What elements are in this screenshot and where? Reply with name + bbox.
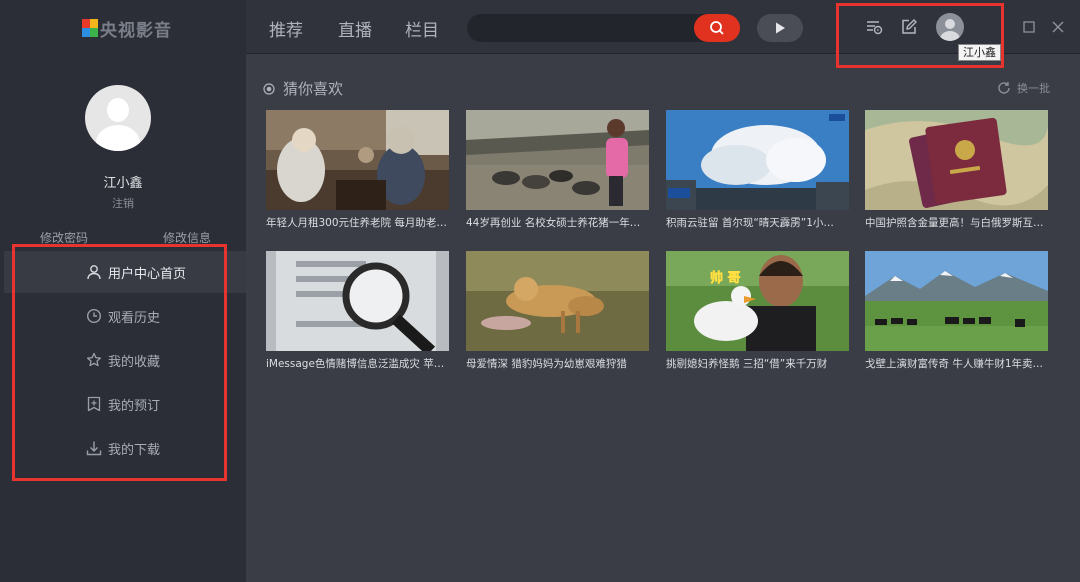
video-title[interactable]: 挑剔媳妇养怪鹅 三招“借”来千万财 xyxy=(666,356,849,371)
video-card[interactable]: 中国护照含金量更高！与白俄罗斯互… xyxy=(865,110,1048,230)
close-button[interactable] xyxy=(1047,16,1069,38)
video-thumbnail[interactable] xyxy=(666,110,849,210)
section-title-text: 猜你喜欢 xyxy=(283,80,344,98)
username: 江小鑫 xyxy=(103,176,143,191)
section-title: 猜你喜欢 xyxy=(263,78,343,99)
video-title[interactable]: 积雨云驻留 首尔现“晴天霹雳”1小… xyxy=(666,215,849,230)
video-thumbnail[interactable] xyxy=(266,110,449,210)
video-card[interactable]: 44岁再创业 名校女硕士养花猪一年巧… xyxy=(466,110,649,230)
cctv-logo-icon xyxy=(82,19,98,37)
logout-link[interactable]: 注销 xyxy=(0,195,246,211)
video-card[interactable]: iMessage色情赌博信息泛滥成灾 苹果… xyxy=(266,251,449,371)
play-button[interactable] xyxy=(757,14,803,42)
refresh-button[interactable]: 换一批 xyxy=(997,80,1050,96)
video-card[interactable]: 年轻人月租300元住养老院 每月助老… xyxy=(266,110,449,230)
refresh-label: 换一批 xyxy=(1017,82,1050,95)
video-card[interactable]: 戈壁上演财富传奇 牛人赚牛财1年卖… xyxy=(865,251,1048,371)
app-window: 央视影音 江小鑫 注销 修改密码 修改信息 用户中心首页 观看历史 我的收藏 我… xyxy=(0,0,1080,582)
video-thumbnail[interactable] xyxy=(865,251,1048,351)
avatar[interactable] xyxy=(85,85,151,151)
highlight-box-sidebar-menu xyxy=(12,244,227,481)
app-logo: 央视影音 xyxy=(82,16,172,41)
video-title[interactable]: 中国护照含金量更高！与白俄罗斯互… xyxy=(865,215,1048,230)
video-thumbnail[interactable] xyxy=(466,110,649,210)
video-thumbnail[interactable]: 帅 哥 xyxy=(666,251,849,351)
video-thumbnail[interactable] xyxy=(865,110,1048,210)
search-icon xyxy=(710,21,724,35)
search-button[interactable] xyxy=(694,14,740,42)
video-thumbnail[interactable] xyxy=(266,251,449,351)
video-title[interactable]: 44岁再创业 名校女硕士养花猪一年巧… xyxy=(466,215,649,230)
play-icon xyxy=(776,22,785,34)
video-card[interactable]: 帅 哥 挑剔媳妇养怪鹅 三招“借”来千万财 xyxy=(666,251,849,371)
thumbnail-overlay-text: 帅 哥 xyxy=(710,271,741,287)
tab-recommend[interactable]: 推荐 xyxy=(269,16,303,41)
radio-dot-icon xyxy=(263,82,275,95)
tab-live[interactable]: 直播 xyxy=(338,16,372,41)
refresh-icon xyxy=(998,82,1010,94)
maximize-icon xyxy=(1023,21,1035,33)
video-card[interactable]: 积雨云驻留 首尔现“晴天霹雳”1小… xyxy=(666,110,849,230)
video-thumbnail[interactable] xyxy=(466,251,649,351)
video-title[interactable]: 母爱情深 猎豹妈妈为幼崽艰难狩猎 xyxy=(466,356,649,371)
close-icon xyxy=(1052,21,1064,33)
video-title[interactable]: 年轻人月租300元住养老院 每月助老… xyxy=(266,215,449,230)
avatar-tooltip: 江小鑫 xyxy=(958,44,1001,61)
maximize-button[interactable] xyxy=(1018,16,1040,38)
tab-columns[interactable]: 栏目 xyxy=(405,16,439,41)
logo-text: 央视影音 xyxy=(100,20,172,41)
video-title[interactable]: iMessage色情赌博信息泛滥成灾 苹果… xyxy=(266,356,449,371)
video-card[interactable]: 母爱情深 猎豹妈妈为幼崽艰难狩猎 xyxy=(466,251,649,371)
video-title[interactable]: 戈壁上演财富传奇 牛人赚牛财1年卖… xyxy=(865,356,1048,371)
